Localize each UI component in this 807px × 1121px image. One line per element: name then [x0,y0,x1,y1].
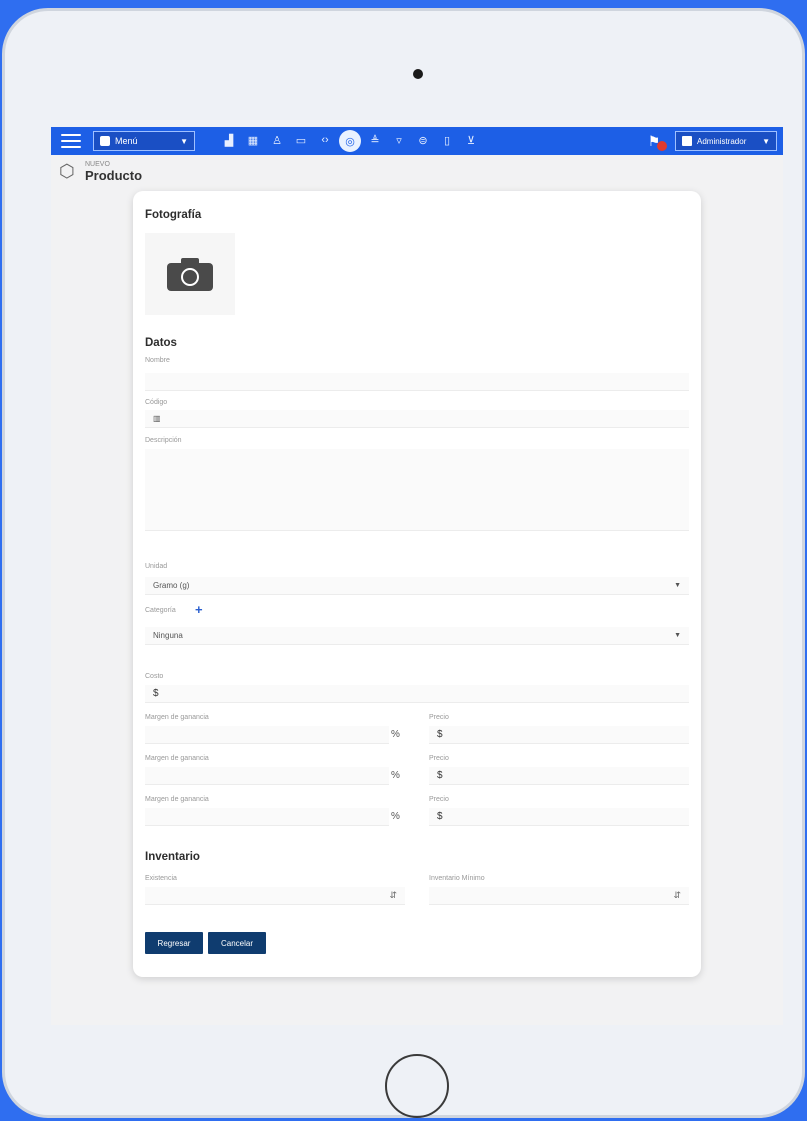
clipboard-icon[interactable]: ▯ [435,130,459,150]
add-category-icon[interactable]: + [195,602,203,617]
percent-symbol-3: % [391,811,400,822]
chevron-down-icon: ▼ [762,136,770,146]
tablet-camera [413,69,423,79]
price-label-1: Precio [429,714,449,721]
top-navigation-bar: Menú ▼ ▟ ▦ ♙ ▭ ‹› ◎ ≜ ▿ ⊜ ▯ ⊻ ⚑ Administ… [51,127,783,155]
existencia-input[interactable]: ⇵ [145,887,405,905]
currency-symbol: $ [153,688,159,699]
currency-symbol: $ [437,729,443,740]
percent-symbol-1: % [391,729,400,740]
costo-input[interactable]: $ [145,685,689,703]
inventario-minimo-input[interactable]: ⇵ [429,887,689,905]
inventario-section-title: Inventario [145,851,200,863]
chevron-down-icon: ▼ [674,632,681,639]
price-input-2[interactable]: $ [429,767,689,785]
tag-icon[interactable]: ▭ [289,130,313,150]
layers-icon[interactable]: ≜ [363,130,387,150]
categoria-value: Ninguna [153,631,183,640]
existencia-label: Existencia [145,875,177,882]
chevron-down-icon: ▼ [180,136,188,146]
stepper-icon[interactable]: ⇵ [673,890,681,901]
margin-input-2[interactable] [145,767,389,785]
margin-input-1[interactable] [145,726,389,744]
tablet-frame: Menú ▼ ▟ ▦ ♙ ▭ ‹› ◎ ≜ ▿ ⊜ ▯ ⊻ ⚑ Administ… [2,8,805,1118]
menu-dropdown-label: Menú [115,136,138,146]
admin-dropdown-label: Administrador [697,136,747,146]
stepper-icon[interactable]: ⇵ [389,890,397,901]
code-icon[interactable]: ‹› [313,130,337,150]
nombre-input[interactable] [145,373,689,391]
margin-input-3[interactable] [145,808,389,826]
categoria-select[interactable]: Ninguna ▼ [145,627,689,645]
funnel-icon[interactable]: ▿ [387,130,411,150]
menu-square-icon [100,136,110,146]
descripcion-textarea[interactable] [145,449,689,531]
cancel-button[interactable]: Cancelar [208,932,266,954]
grid-icon[interactable]: ▦ [241,130,265,150]
chart-icon[interactable]: ▟ [217,130,241,150]
costo-label: Costo [145,673,164,680]
price-input-1[interactable]: $ [429,726,689,744]
page-title: Producto [85,168,143,183]
barcode-icon: ▥ [153,414,161,423]
datos-section-title: Datos [145,337,177,349]
price-input-3[interactable]: $ [429,808,689,826]
currency-symbol: $ [437,770,443,781]
user-icon[interactable]: ♙ [265,130,289,150]
currency-symbol: $ [437,811,443,822]
admin-dropdown[interactable]: Administrador ▼ [675,131,777,151]
inventario-minimo-label: Inventario Mínimo [429,875,485,882]
printer-icon[interactable]: ⊜ [411,130,435,150]
margin-label-1: Margen de ganancia [145,714,209,721]
price-label-3: Precio [429,796,449,803]
admin-square-icon [682,136,692,146]
hamburger-icon[interactable] [61,134,81,148]
product-form-card: Fotografía Datos Nombre Código ▥ Descrip… [133,191,701,977]
back-button[interactable]: Regresar [145,932,203,954]
margin-label-3: Margen de ganancia [145,796,209,803]
unidad-value: Gramo (g) [153,581,190,590]
photo-section-title: Fotografía [145,209,202,221]
cube-icon: ⬡ [59,161,75,181]
camera-icon [167,257,213,291]
toolbar-icons: ▟ ▦ ♙ ▭ ‹› ◎ ≜ ▿ ⊜ ▯ ⊻ [217,130,483,152]
descripcion-label: Descripción [145,437,182,444]
notification-flag-icon[interactable]: ⚑ [643,131,667,151]
menu-dropdown[interactable]: Menú ▼ [93,131,195,151]
categoria-label: Categoría [145,607,176,614]
home-button[interactable] [385,1054,449,1118]
photo-upload[interactable] [145,233,235,315]
chevron-down-icon: ▼ [674,582,681,589]
price-label-2: Precio [429,755,449,762]
margin-label-2: Margen de ganancia [145,755,209,762]
screen: Menú ▼ ▟ ▦ ♙ ▭ ‹› ◎ ≜ ▿ ⊜ ▯ ⊻ ⚑ Administ… [51,127,783,1025]
notification-badge [657,141,667,151]
globe-icon[interactable]: ◎ [339,130,361,152]
codigo-label: Código [145,399,168,406]
nombre-label: Nombre [145,357,170,364]
unidad-label: Unidad [145,563,168,570]
page-heading: ⬡ NUEVO Producto [59,161,142,183]
cart-icon[interactable]: ⊻ [459,130,483,150]
percent-symbol-2: % [391,770,400,781]
unidad-select[interactable]: Gramo (g) ▼ [145,577,689,595]
codigo-input[interactable]: ▥ [145,410,689,428]
